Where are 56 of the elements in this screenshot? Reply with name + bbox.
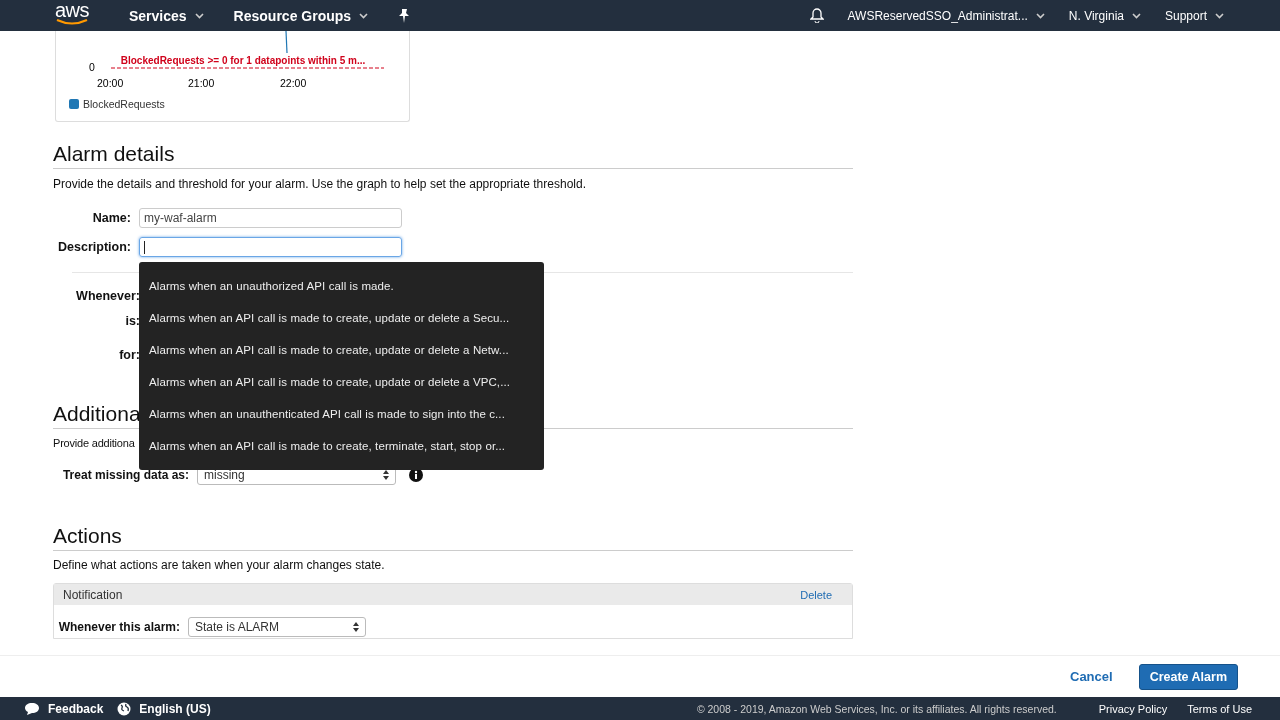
select-arrows-icon xyxy=(353,622,359,632)
suggestion-item[interactable]: Alarms when an API call is made to create, update or delete a Netw... xyxy=(139,334,544,366)
bell-icon[interactable] xyxy=(809,8,824,23)
speech-bubble-icon[interactable] xyxy=(24,702,40,715)
input-field[interactable] xyxy=(139,237,402,257)
section-description: Provide additiona xyxy=(53,436,135,451)
suggestion-item[interactable]: Alarms when an unauthorized API call is made. xyxy=(139,270,544,302)
aws-logo[interactable]: aws xyxy=(53,0,91,25)
language-selector[interactable]: English (US) xyxy=(139,701,211,716)
select-arrows-icon xyxy=(383,470,389,480)
field-label: Treat missing data as: xyxy=(61,468,190,482)
pin-icon[interactable] xyxy=(398,8,411,23)
resource-groups-menu[interactable]: Resource Groups xyxy=(233,7,369,24)
caret-icon xyxy=(1035,12,1045,19)
axis-label: 0 xyxy=(89,61,95,73)
caret-icon xyxy=(359,12,369,19)
field-label: for: xyxy=(118,347,140,364)
axis-label: 22:00 xyxy=(280,77,307,89)
section-description: Define what actions are taken when your alarm changes state. xyxy=(53,557,386,573)
section-description: Provide the details and threshold for your alarm. Use the graph to help set the appropriate threshold. xyxy=(53,176,587,192)
select-field[interactable]: State is ALARM xyxy=(188,617,366,637)
globe-icon[interactable] xyxy=(117,701,132,716)
panel-title: Notification xyxy=(63,587,123,602)
section-heading: Actions xyxy=(53,523,853,551)
region-menu[interactable]: N. Virginia xyxy=(1068,8,1141,23)
terms-of-use-link[interactable]: Terms of Use xyxy=(1187,702,1252,715)
account-menu[interactable]: AWSReservedSSO_Administrat... xyxy=(847,8,1045,23)
suggestion-item[interactable]: Alarms when an API call is made to create, update or delete a Secu... xyxy=(139,302,544,334)
cancel-button[interactable]: Cancel xyxy=(1064,668,1119,685)
metric-line xyxy=(285,31,288,54)
suggestion-item[interactable]: Alarms when an API call is made to create, terminate, start, stop or... xyxy=(139,430,544,462)
info-icon[interactable] xyxy=(409,468,423,482)
field-label: is: xyxy=(124,313,140,330)
suggestion-item[interactable]: Alarms when an unauthenticated API call is made to sign into the c... xyxy=(139,398,544,430)
field-label: Name: xyxy=(91,211,132,225)
axis-label: 20:00 xyxy=(97,77,124,89)
input-field[interactable]: my-waf-alarm xyxy=(139,208,402,228)
caret-icon xyxy=(194,12,204,19)
privacy-policy-link[interactable]: Privacy Policy xyxy=(1098,702,1168,715)
caret-icon xyxy=(1215,12,1224,19)
support-menu[interactable]: Support xyxy=(1164,8,1224,23)
create-alarm-button[interactable]: Create Alarm xyxy=(1138,663,1238,690)
field-label: Whenever: xyxy=(75,288,140,305)
delete-link[interactable]: Delete xyxy=(800,588,832,601)
field-label: Description: xyxy=(57,240,132,254)
copyright-text: © 2008 - 2019, Amazon Web Services, Inc. or its affiliates. All rights reserved. xyxy=(696,702,1057,715)
field-label: Whenever this alarm: xyxy=(57,620,181,634)
feedback-link[interactable]: Feedback xyxy=(48,701,104,716)
suggestion-item[interactable]: Alarms when an API call is made to create, update or delete a VPC,... xyxy=(139,366,544,398)
axis-label: 21:00 xyxy=(188,77,215,89)
legend-swatch xyxy=(69,99,79,109)
caret-icon xyxy=(1131,12,1141,19)
services-menu[interactable]: Services xyxy=(129,7,204,24)
section-heading: Alarm details xyxy=(53,141,853,169)
threshold-label: BlockedRequests >= 0 for 1 datapoints within 5 m... xyxy=(120,55,366,66)
legend-label: BlockedRequests xyxy=(83,98,165,110)
